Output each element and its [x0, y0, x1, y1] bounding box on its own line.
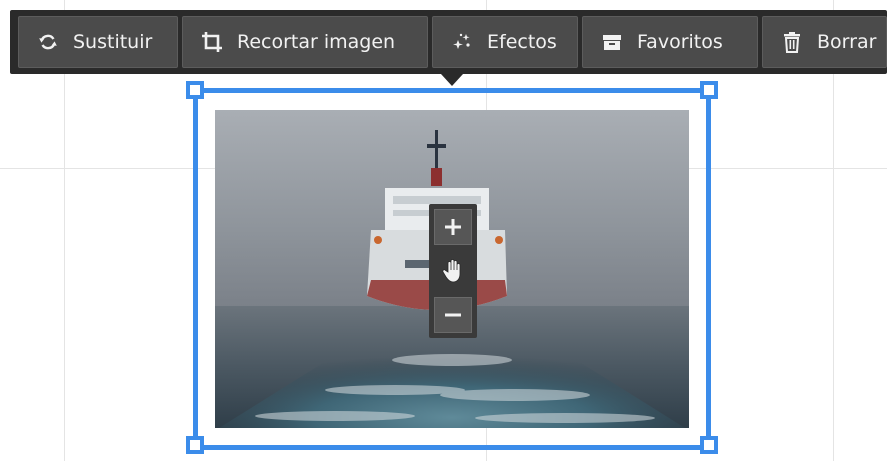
crop-image-label: Recortar imagen	[237, 31, 396, 53]
favorites-button[interactable]: Favoritos	[582, 16, 758, 68]
zoom-in-icon	[445, 219, 461, 235]
trash-icon	[781, 31, 803, 53]
resize-handle-top-right[interactable]	[700, 81, 718, 99]
archive-box-icon	[601, 31, 623, 53]
toolbar-pointer	[441, 74, 463, 86]
hand-pan-icon	[442, 259, 461, 283]
effects-label: Efectos	[487, 31, 557, 53]
replace-button[interactable]: Sustituir	[18, 16, 178, 68]
delete-button[interactable]: Borrar	[762, 16, 887, 68]
resize-handle-bottom-left[interactable]	[186, 436, 204, 454]
zoom-control	[429, 204, 477, 338]
refresh-icon	[37, 31, 59, 53]
zoom-out-icon	[445, 313, 461, 317]
delete-label: Borrar	[817, 31, 877, 53]
resize-handle-top-left[interactable]	[186, 81, 204, 99]
effects-button[interactable]: Efectos	[432, 16, 578, 68]
sparkle-icon	[451, 31, 473, 53]
resize-handle-bottom-right[interactable]	[700, 436, 718, 454]
pan-button[interactable]	[434, 253, 472, 289]
crop-image-button[interactable]: Recortar imagen	[182, 16, 428, 68]
image-toolbar: Sustituir Recortar imagen Efectos Favori…	[10, 10, 887, 74]
replace-label: Sustituir	[73, 31, 153, 53]
zoom-in-button[interactable]	[434, 209, 472, 245]
zoom-out-button[interactable]	[434, 297, 472, 333]
crop-icon	[201, 31, 223, 53]
favorites-label: Favoritos	[637, 31, 723, 53]
